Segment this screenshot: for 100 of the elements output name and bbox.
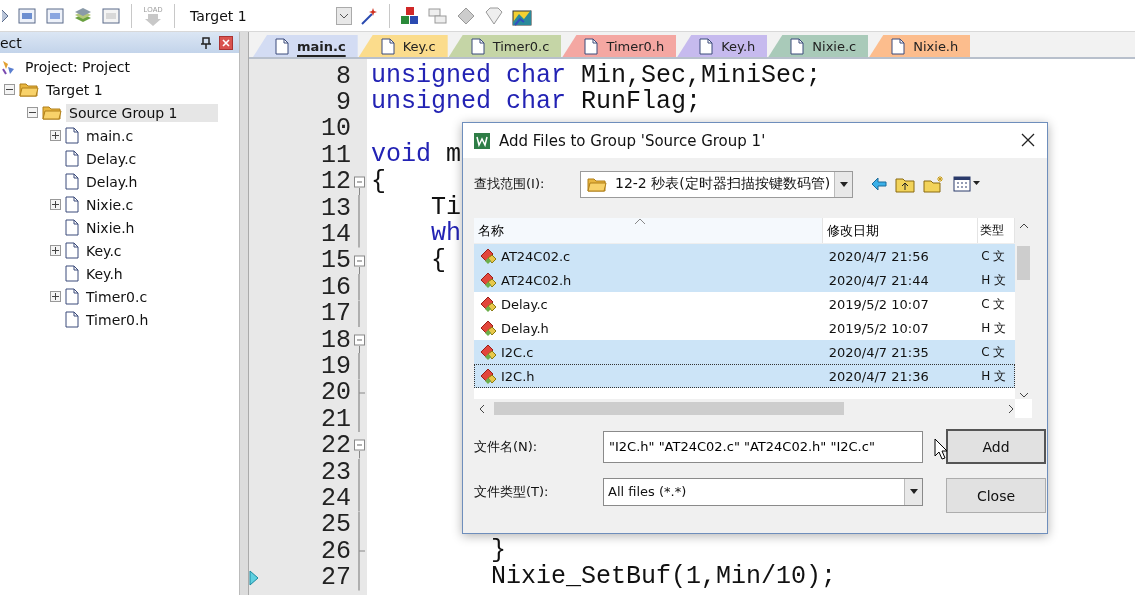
tree-item[interactable]: Timer0.c (83, 287, 151, 306)
file-tab[interactable]: Timer0.h (562, 35, 677, 57)
file-icon (65, 196, 79, 213)
mouse-pointer-icon (934, 438, 948, 460)
expand-toggle[interactable] (50, 291, 61, 302)
file-date: 2020/4/7 21:36 (827, 368, 930, 384)
file-icon (65, 311, 79, 328)
file-name-field[interactable]: "I2C.h" "AT24C02.c" "AT24C02.h" "I2C.c" (603, 430, 923, 463)
file-date: 2020/4/7 21:56 (827, 248, 930, 264)
source-file-icon (479, 367, 497, 385)
document-icon (470, 37, 485, 55)
scroll-down-icon[interactable] (1018, 391, 1029, 399)
minus-icon (29, 111, 36, 114)
source-file-icon (479, 343, 497, 361)
file-date: 2019/5/2 10:07 (827, 296, 930, 312)
tree-item[interactable]: Key.h (83, 264, 126, 283)
fold-end-mark (358, 538, 365, 565)
code-line: unsigned char Min,Sec,MiniSec; (371, 61, 822, 90)
target-select[interactable]: Target 1 (184, 7, 330, 24)
file-icon (65, 242, 79, 259)
pin-icon[interactable] (199, 35, 213, 50)
file-tab[interactable]: Nixie.c (768, 35, 869, 57)
file-name: I2C.h (501, 368, 535, 384)
file-name: Delay.h (501, 320, 549, 336)
file-type: H 文 (980, 271, 1007, 289)
tree-item[interactable]: Source Group 1 (66, 103, 218, 122)
file-tab[interactable]: Timer0.c (448, 35, 562, 57)
horizontal-scrollbar[interactable] (474, 399, 1015, 418)
fold-line (358, 353, 360, 380)
file-row[interactable]: AT24C02.h 2020/4/7 21:44 H 文 (474, 268, 1015, 292)
dropdown-arrow-icon (839, 181, 848, 187)
collapse-toggle[interactable] (4, 84, 15, 95)
tree-item[interactable]: Timer0.h (83, 310, 152, 329)
file-type-select[interactable]: All files (*.*) (603, 477, 923, 506)
file-name: AT24C02.h (501, 272, 572, 288)
scroll-left-icon[interactable] (478, 403, 486, 414)
dropdown-arrow-icon (909, 489, 918, 494)
file-icon (65, 127, 79, 144)
file-row[interactable]: I2C.c 2020/4/7 21:35 C 文 (474, 340, 1015, 364)
folder-icon (42, 105, 62, 120)
file-date: 2020/4/7 21:35 (827, 344, 930, 360)
document-icon (380, 37, 395, 55)
scrollbar-thumb[interactable] (1017, 246, 1030, 280)
document-icon (275, 37, 289, 55)
tree-item[interactable]: Delay.c (83, 149, 140, 168)
up-folder-icon[interactable] (895, 175, 915, 193)
dialog-title: Add Files to Group 'Source Group 1' (499, 131, 767, 150)
add-button[interactable]: Add (946, 429, 1046, 464)
file-name: AT24C02.c (501, 248, 571, 264)
tree-item[interactable]: Target 1 (43, 80, 106, 99)
view-menu-icon[interactable] (953, 176, 981, 192)
back-arrow-icon[interactable] (871, 177, 887, 191)
file-icon (65, 173, 79, 190)
blocks-icon[interactable] (399, 4, 421, 27)
file-tab[interactable]: Key.h (677, 35, 768, 57)
file-icon (65, 265, 79, 282)
minus-icon (6, 88, 13, 91)
plus-icon (52, 293, 59, 300)
document-icon (699, 37, 714, 55)
code-line: Ti (430, 192, 461, 222)
file-type: H 文 (980, 367, 1007, 385)
line-number: 19 (320, 352, 351, 381)
scroll-up-icon[interactable] (1018, 222, 1029, 230)
column-header[interactable]: 类型 (978, 218, 1015, 243)
file-row[interactable]: I2C.h 2020/4/7 21:36 H 文 (474, 364, 1015, 388)
look-in-select[interactable]: 12-2 秒表(定时器扫描按键数码管) (580, 170, 853, 198)
file-row[interactable]: AT24C02.c 2020/4/7 21:56 C 文 (474, 244, 1015, 268)
file-type-label: 文件类型(T): (474, 482, 550, 501)
expand-toggle[interactable] (50, 130, 61, 141)
file-tab[interactable]: Nixie.h (869, 35, 971, 57)
source-file-icon (479, 271, 497, 289)
file-name-label: 文件名(N): (474, 437, 539, 456)
caret-icon (339, 12, 349, 19)
app-icon (473, 131, 491, 150)
file-row[interactable]: Delay.h 2019/5/2 10:07 H 文 (474, 316, 1015, 340)
collapse-toggle[interactable] (27, 107, 38, 118)
code-line: unsigned char RunFlag; (371, 87, 702, 117)
source-file-icon (479, 295, 497, 313)
column-header[interactable]: 名称 (474, 218, 823, 243)
scrollbar-thumb[interactable] (494, 402, 844, 415)
tree-item[interactable]: Key.c (83, 241, 125, 260)
tree-item[interactable]: Nixie.h (83, 218, 138, 237)
folder-icon (587, 176, 607, 192)
close-dialog-button[interactable]: Close (946, 478, 1046, 513)
fold-line (358, 564, 360, 591)
file-row[interactable]: Delay.c 2019/5/2 10:07 C 文 (474, 292, 1015, 316)
look-in-label: 查找范围(I): (474, 175, 546, 193)
file-tab[interactable]: Key.c (358, 35, 448, 57)
expand-toggle[interactable] (50, 199, 61, 210)
dropdown-button[interactable] (336, 6, 352, 25)
scroll-right-icon[interactable] (1007, 403, 1015, 414)
close-button[interactable] (219, 35, 233, 50)
tree-item[interactable]: Nixie.c (83, 195, 137, 214)
tree-item[interactable]: Project: Project (22, 57, 133, 76)
plus-icon (52, 201, 59, 208)
document-icon (891, 37, 906, 55)
file-tab[interactable]: main.c (253, 35, 358, 57)
tree-item[interactable]: main.c (83, 126, 137, 145)
expand-toggle[interactable] (50, 245, 61, 256)
tree-item[interactable]: Delay.h (83, 172, 141, 191)
